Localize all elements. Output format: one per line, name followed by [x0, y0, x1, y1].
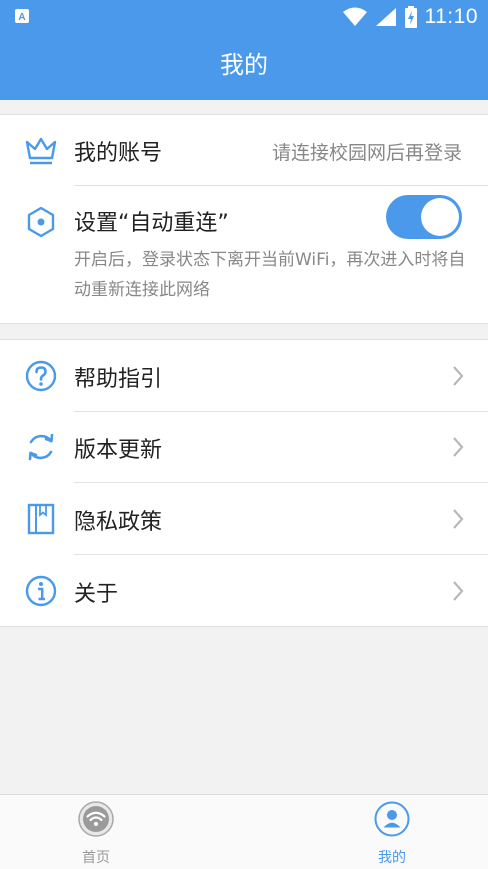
hexagon-icon: [27, 206, 55, 238]
menu-item-label: 关于: [74, 582, 119, 607]
toggle-knob: [421, 198, 459, 236]
tab-home[interactable]: 首页: [36, 795, 156, 869]
info-circle-icon: [25, 575, 57, 607]
svg-text:A: A: [18, 12, 25, 23]
book-icon: [27, 503, 55, 535]
signal-icon: [375, 8, 396, 26]
menu-item-privacy[interactable]: 隐私政策: [0, 483, 488, 554]
auto-reconnect-description: 开启后，登录状态下离开当前WiFi，再次进入时将自动重新连接此网络: [74, 250, 466, 300]
user-profile-icon: [374, 801, 410, 837]
chevron-right-icon: [453, 437, 464, 457]
crown-icon: [25, 137, 57, 165]
tab-mine[interactable]: 我的: [332, 795, 452, 869]
refresh-icon: [28, 433, 54, 461]
wifi-home-icon: [78, 801, 114, 837]
auto-reconnect-label: 设置“自动重连”: [74, 211, 229, 236]
auto-reconnect-toggle[interactable]: [386, 195, 462, 239]
menu-item-update[interactable]: 版本更新: [0, 412, 488, 482]
question-circle-icon: [25, 360, 57, 392]
chevron-right-icon: [453, 509, 464, 529]
status-bar: A 11:10: [0, 0, 488, 34]
account-row[interactable]: 我的账号 请连接校园网后再登录: [0, 115, 488, 185]
wifi-icon: [342, 7, 367, 26]
account-label: 我的账号: [74, 141, 163, 166]
battery-charging-icon: [404, 6, 417, 28]
tab-mine-label: 我的: [378, 850, 406, 866]
chevron-right-icon: [453, 581, 464, 601]
account-status: 请连接校园网后再登录: [271, 142, 462, 164]
chevron-right-icon: [453, 366, 464, 386]
page-title: 我的: [0, 34, 488, 100]
status-time: 11:10: [424, 5, 478, 28]
menu-item-label: 帮助指引: [74, 367, 163, 392]
menu-item-label: 隐私政策: [74, 510, 163, 535]
app-notification-icon: A: [15, 9, 29, 23]
menu-group: 帮助指引 版本更新 隐私政策 关于: [0, 339, 488, 627]
menu-item-label: 版本更新: [74, 438, 163, 463]
bottom-tab-bar: 首页 我的: [0, 794, 488, 869]
account-group: 我的账号 请连接校园网后再登录 设置“自动重连” 开启后，登录状态下离开当前Wi…: [0, 114, 488, 324]
tab-home-label: 首页: [82, 850, 110, 866]
menu-item-about[interactable]: 关于: [0, 555, 488, 626]
menu-item-help[interactable]: 帮助指引: [0, 340, 488, 411]
